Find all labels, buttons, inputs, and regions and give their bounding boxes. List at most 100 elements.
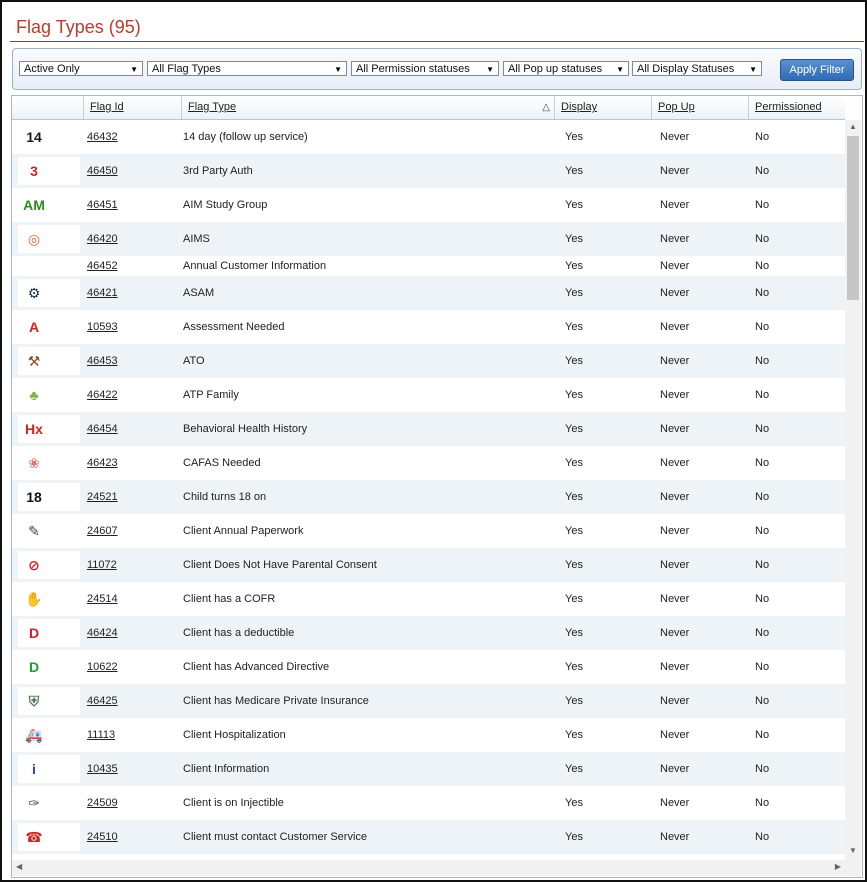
- flag-type-cell: Client Does Not Have Parental Consent: [183, 559, 377, 571]
- flag-id-link[interactable]: 46454: [87, 412, 118, 446]
- table-row[interactable]: i 10435 Client Information Yes Never No: [12, 752, 845, 786]
- scroll-right-icon[interactable]: ▶: [835, 862, 841, 871]
- flag-id-link[interactable]: 46432: [87, 120, 118, 154]
- column-header-flag-id[interactable]: Flag Id: [83, 96, 181, 119]
- table-row[interactable]: 46452 Annual Customer Information Yes Never…: [12, 256, 845, 276]
- green-d-badge-icon: D: [28, 659, 40, 675]
- no-consent-icon: ⊘: [28, 557, 40, 573]
- display-cell: Yes: [565, 199, 583, 211]
- flag-type-cell: Client Information: [183, 763, 270, 775]
- flag-icon-cell: ✋: [18, 585, 80, 613]
- display-filter-value: All Display Statuses: [637, 63, 735, 75]
- table-row[interactable]: ❀ 46423 CAFAS Needed Yes Never No: [12, 446, 845, 480]
- table-row[interactable]: ☎ 24510 Client must contact Customer Servi…: [12, 820, 845, 854]
- flag-id-link[interactable]: 24514: [87, 582, 118, 616]
- flag-type-cell: Client has Advanced Directive: [183, 661, 330, 673]
- table-row[interactable]: ♣ 46422 ATP Family Yes Never No: [12, 378, 845, 412]
- flag-id-link[interactable]: 10435: [87, 752, 118, 786]
- permissioned-cell: No: [755, 661, 770, 673]
- flag-id-link[interactable]: 10593: [87, 310, 118, 344]
- grid-header: Flag Id Flag Type △ Display Pop Up Permi…: [12, 96, 845, 120]
- flag-id-link[interactable]: 46451: [87, 188, 118, 222]
- flag-types-filter-select[interactable]: All Flag Types ▼: [147, 61, 347, 76]
- scroll-left-icon[interactable]: ◀: [16, 862, 22, 871]
- table-row[interactable]: AM 46451 AIM Study Group Yes Never No: [12, 188, 845, 222]
- column-header-permissioned[interactable]: Permissioned: [748, 96, 845, 119]
- column-header-popup[interactable]: Pop Up: [651, 96, 748, 119]
- flag-id-link[interactable]: 46425: [87, 684, 118, 718]
- flag-id-link[interactable]: 46423: [87, 446, 118, 480]
- table-row[interactable]: 3 46450 3rd Party Auth Yes Never No: [12, 154, 845, 188]
- flag-id-link[interactable]: 46420: [87, 222, 118, 256]
- table-row[interactable]: 14 46432 14 day (follow up service) Yes Neve…: [12, 120, 845, 154]
- table-row[interactable]: ◎ 46420 AIMS Yes Never No: [12, 222, 845, 256]
- horizontal-scrollbar[interactable]: ◀ ▶: [12, 860, 845, 876]
- table-row[interactable]: ✎ 24607 Client Annual Paperwork Yes Never No: [12, 514, 845, 548]
- flag-id-link[interactable]: 24509: [87, 786, 118, 820]
- display-cell: Yes: [565, 389, 583, 401]
- flag-id-link[interactable]: 24510: [87, 820, 118, 854]
- flag-id-link[interactable]: 46450: [87, 154, 118, 188]
- table-row[interactable]: D 46424 Client has a deductible Yes Never No: [12, 616, 845, 650]
- vertical-scrollbar[interactable]: ▲ ▼: [845, 120, 861, 860]
- display-cell: Yes: [565, 593, 583, 605]
- table-row[interactable]: ✑ 24509 Client is on Injectible Yes Never No: [12, 786, 845, 820]
- popup-cell: Never: [660, 559, 690, 571]
- flag-id-link[interactable]: 46422: [87, 378, 118, 412]
- popup-cell: Never: [660, 457, 690, 469]
- syringe-icon: ✑: [28, 795, 40, 811]
- flag-id-link[interactable]: 10622: [87, 650, 118, 684]
- table-row[interactable]: ✋ 24514 Client has a COFR Yes Never No: [12, 582, 845, 616]
- table-row[interactable]: D 10622 Client has Advanced Directive Yes Ne…: [12, 650, 845, 684]
- popup-cell: Never: [660, 389, 690, 401]
- red-3-badge-icon: 3: [30, 163, 38, 179]
- flag-id-link[interactable]: 11072: [87, 548, 117, 582]
- flag-id-link[interactable]: 24607: [87, 514, 118, 548]
- permissioned-cell: No: [755, 260, 770, 272]
- table-row[interactable]: ⊘ 11072 Client Does Not Have Parental Cons…: [12, 548, 845, 582]
- apply-filter-button[interactable]: Apply Filter: [780, 59, 854, 81]
- permission-filter-select[interactable]: All Permission statuses ▼: [351, 61, 499, 76]
- column-header-flag-type[interactable]: Flag Type △: [181, 96, 554, 119]
- popup-cell: Never: [660, 233, 690, 245]
- table-row[interactable]: 🚑 11113 Client Hospitalization Yes Never No: [12, 718, 845, 752]
- scrollbar-thumb[interactable]: [847, 136, 859, 300]
- permissioned-cell: No: [755, 695, 770, 707]
- flag-id-link[interactable]: 46424: [87, 616, 118, 650]
- popup-cell: Never: [660, 729, 690, 741]
- table-row[interactable]: ⛨ 46425 Client has Medicare Private Insura…: [12, 684, 845, 718]
- popup-cell: Never: [660, 165, 690, 177]
- display-filter-select[interactable]: All Display Statuses ▼: [632, 61, 762, 76]
- letter-a-icon: A: [28, 319, 40, 335]
- active-filter-select[interactable]: Active Only ▼: [19, 61, 143, 76]
- flag-icon-cell: AM: [18, 191, 80, 219]
- permissioned-cell: No: [755, 831, 770, 843]
- popup-filter-select[interactable]: All Pop up statuses ▼: [503, 61, 629, 76]
- flag-id-link[interactable]: 46421: [87, 276, 118, 310]
- permissioned-cell: No: [755, 525, 770, 537]
- display-cell: Yes: [565, 260, 583, 272]
- scroll-up-icon[interactable]: ▲: [845, 122, 861, 136]
- permissioned-cell: No: [755, 233, 770, 245]
- table-row[interactable]: A 10593 Assessment Needed Yes Never No: [12, 310, 845, 344]
- popup-cell: Never: [660, 797, 690, 809]
- flag-id-link[interactable]: 24521: [87, 480, 118, 514]
- chevron-down-icon: ▼: [130, 65, 138, 74]
- table-row[interactable]: ⚒ 46453 ATO Yes Never No: [12, 344, 845, 378]
- table-row[interactable]: ⚙ 46421 ASAM Yes Never No: [12, 276, 845, 310]
- flag-type-cell: 14 day (follow up service): [183, 131, 308, 143]
- table-row[interactable]: Hx 46454 Behavioral Health History Yes Never…: [12, 412, 845, 446]
- flag-id-link[interactable]: 46453: [87, 344, 118, 378]
- flag-icon-cell: 14: [18, 123, 80, 151]
- flag-type-cell: 3rd Party Auth: [183, 165, 253, 177]
- flag-id-link[interactable]: 46452: [87, 256, 118, 276]
- permissioned-cell: No: [755, 593, 770, 605]
- column-header-display[interactable]: Display: [554, 96, 651, 119]
- scroll-down-icon[interactable]: ▼: [845, 846, 861, 860]
- popup-cell: Never: [660, 763, 690, 775]
- display-cell: Yes: [565, 661, 583, 673]
- table-row[interactable]: 18 24521 Child turns 18 on Yes Never No: [12, 480, 845, 514]
- flag-type-cell: Client must contact Customer Service: [183, 831, 368, 843]
- chevron-down-icon: ▼: [616, 65, 624, 74]
- flag-id-link[interactable]: 11113: [87, 718, 115, 752]
